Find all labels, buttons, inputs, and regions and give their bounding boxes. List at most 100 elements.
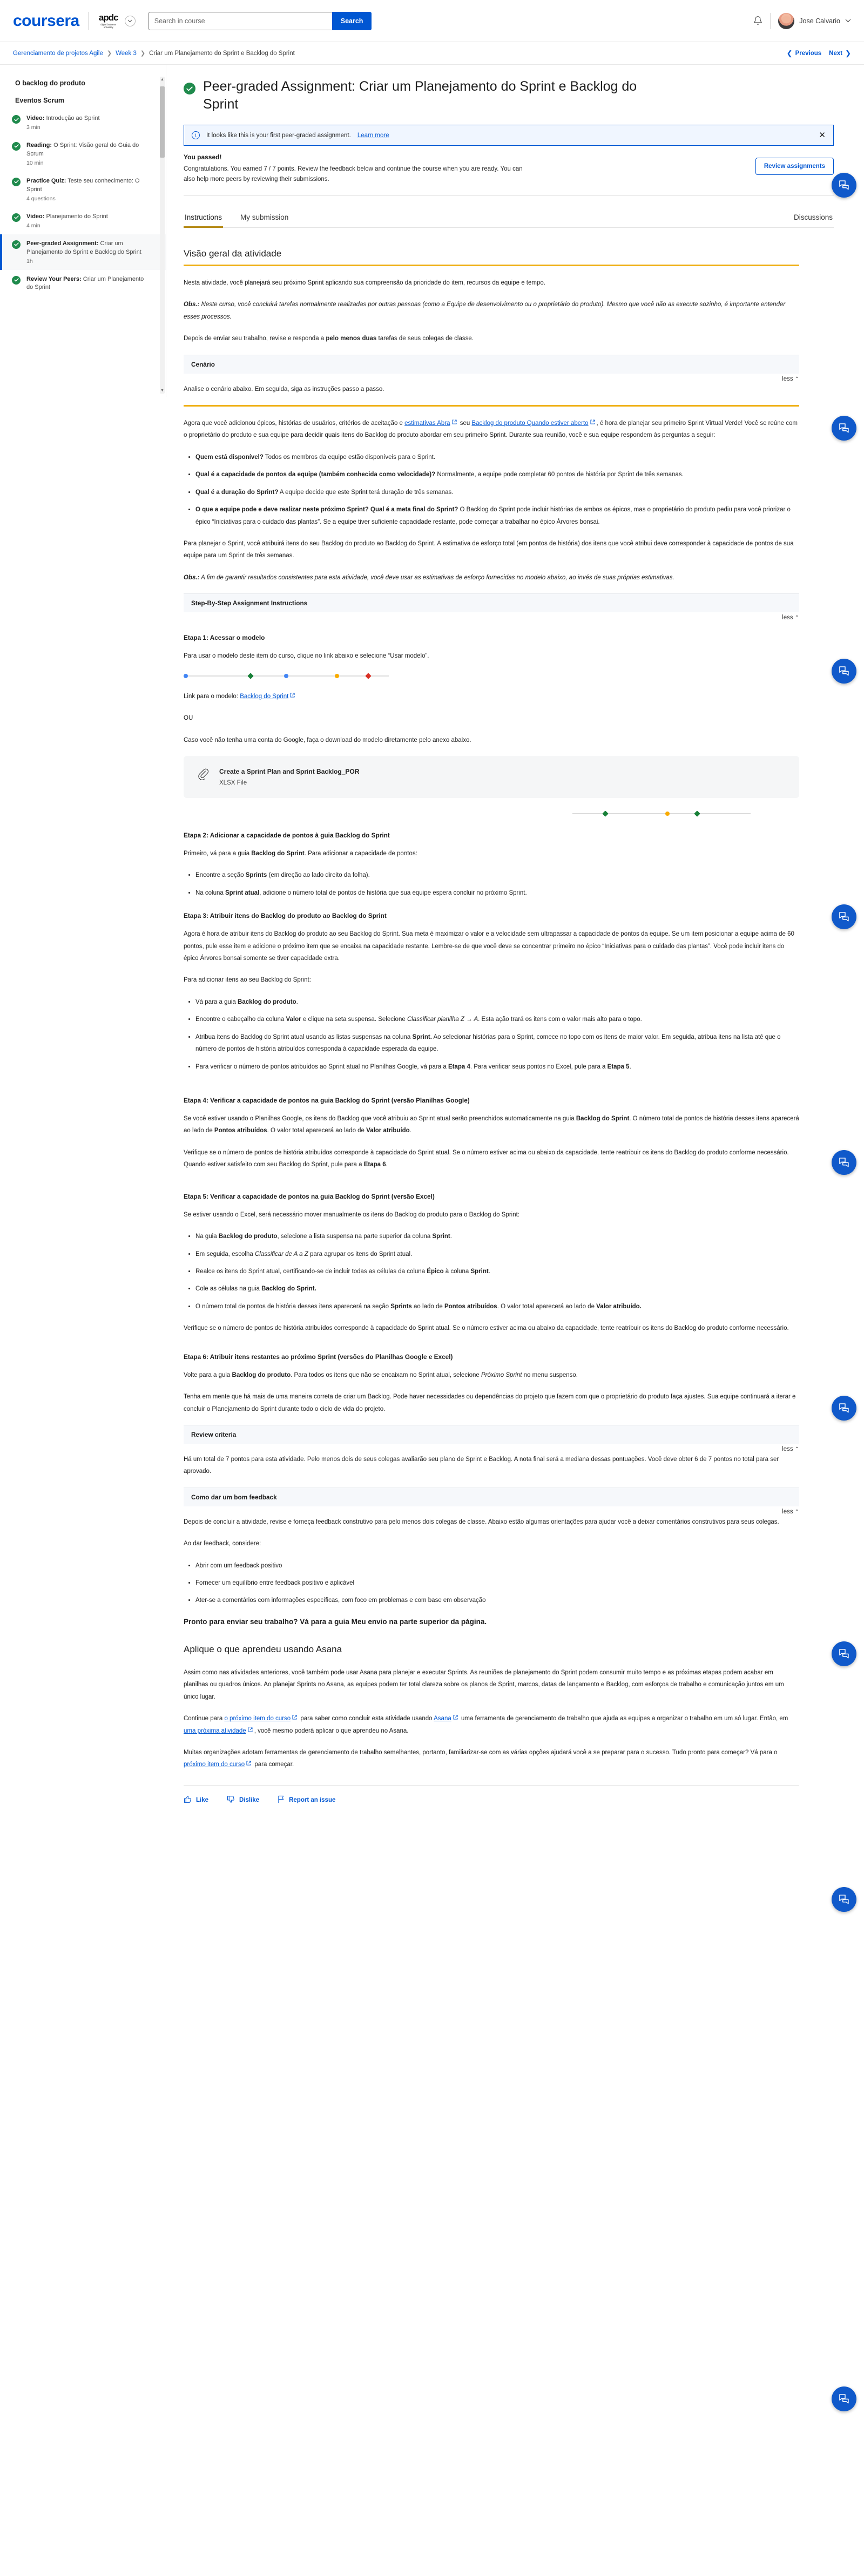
previous-button[interactable]: ❮ Previous <box>787 49 821 58</box>
estimativas-link[interactable]: estimativas Abra <box>404 420 450 427</box>
report-issue-button[interactable]: Report an issue <box>278 1795 335 1805</box>
sidebar-scrollbar[interactable]: ▲ ▼ <box>160 77 165 394</box>
sidebar-item-kind: Peer-graded Assignment: <box>26 240 99 247</box>
search-input[interactable] <box>148 11 332 30</box>
asana-link[interactable]: Asana <box>434 1715 451 1722</box>
feedback-paragraph-2: Ao dar feedback, considere: <box>184 1540 261 1547</box>
chat-fab-9[interactable] <box>832 2386 856 2411</box>
asana-paragraph-3: Muitas organizações adotam ferramentas d… <box>184 1747 799 1771</box>
step-5-paragraph-2: Verifique se o número de pontos de histó… <box>184 1325 789 1332</box>
chat-fab-1[interactable] <box>832 173 856 198</box>
next-button[interactable]: Next ❯ <box>829 49 851 58</box>
passed-status-panel: You passed! Congratulations. You earned … <box>184 146 834 196</box>
chat-fab-7[interactable] <box>832 1641 856 1666</box>
ready-to-submit-note: Pronto para enviar seu trabalho? Vá para… <box>184 1617 487 1626</box>
external-link-icon <box>590 420 595 425</box>
search-button[interactable]: Search <box>332 11 372 30</box>
step-4-heading: Etapa 4: Verificar a capacidade de ponto… <box>184 1097 470 1105</box>
scrollbar-thumb[interactable] <box>160 86 165 158</box>
b-a: Na coluna <box>195 889 225 896</box>
next-course-item-link[interactable]: o próximo item do curso <box>224 1715 291 1722</box>
chat-fab-4[interactable] <box>832 904 856 929</box>
sidebar-item-meta: 4 min <box>26 222 40 229</box>
sidebar-item-practice-quiz-sprint[interactable]: Practice Quiz: Teste seu conhecimento: O… <box>0 172 166 207</box>
coursera-logo[interactable]: coursera <box>13 12 79 30</box>
check-circle-icon <box>12 177 21 186</box>
asana-paragraph-2: Continue para o próximo item do curso pa… <box>184 1713 799 1737</box>
ap2-c: uma ferramenta de gerenciamento de traba… <box>459 1715 788 1722</box>
scenario-collapse-toggle[interactable]: less ⌃ <box>184 376 799 382</box>
dislike-button[interactable]: Dislike <box>227 1795 259 1805</box>
footer-divider <box>184 1784 799 1786</box>
scenario-section-header[interactable]: Cenário <box>184 354 799 374</box>
partner-logo-mark: apdc <box>98 12 119 23</box>
chat-fab-6[interactable] <box>832 1396 856 1421</box>
note-label: Obs.: <box>184 574 200 581</box>
template-label: Link para o modelo: <box>184 693 240 700</box>
attachment-type: XLSX File <box>219 779 247 786</box>
step-2-heading: Etapa 2: Adicionar a capacidade de ponto… <box>184 831 390 839</box>
chat-fab-2[interactable] <box>832 416 856 441</box>
steps-collapse-toggle[interactable]: less ⌃ <box>184 614 799 621</box>
b-c: , adicione o número total de pontos de h… <box>259 889 527 896</box>
chat-fab-5[interactable] <box>832 1150 856 1175</box>
sidebar-item-video-sprint-planning[interactable]: Video: Planejamento do Sprint 4 min <box>0 207 166 234</box>
decorative-rule-2 <box>184 810 799 817</box>
close-icon[interactable]: ✕ <box>819 131 826 139</box>
scroll-up-icon[interactable]: ▲ <box>160 78 165 82</box>
backlog-sprint-template-link[interactable]: Backlog do Sprint <box>240 693 288 700</box>
banner-text: It looks like this is your first peer-gr… <box>206 132 351 139</box>
chat-fab-3[interactable] <box>832 659 856 684</box>
learn-more-link[interactable]: Learn more <box>357 132 389 139</box>
review-assignments-button[interactable]: Review assignments <box>755 158 834 175</box>
check-circle-icon <box>12 213 21 222</box>
user-profile-menu[interactable]: Jose Calvario <box>771 12 851 29</box>
breadcrumb: Gerenciamento de projetos Agile ❯ Week 3… <box>0 42 864 65</box>
attachment-card[interactable]: Create a Sprint Plan and Sprint Backlog_… <box>184 755 799 798</box>
step-3-paragraph-1: Agora é hora de atribuir itens do Backlo… <box>184 928 799 964</box>
sidebar-item-label: Introdução ao Sprint <box>44 115 100 121</box>
feedback-section-header[interactable]: Como dar um bom feedback <box>184 1487 799 1506</box>
list-item: Atribua itens do Backlog do Sprint atual… <box>195 1031 799 1056</box>
sidebar-item-review-your-peers[interactable]: Review Your Peers: Criar um Planejamento… <box>0 270 166 298</box>
question-label: Qual é a duração do Sprint? <box>195 489 279 496</box>
sidebar-item-reading-sprint-overview[interactable]: Reading: O Sprint: Visão geral do Guia d… <box>0 136 166 172</box>
next-activity-link[interactable]: uma próxima atividade <box>184 1728 246 1734</box>
notification-bell-icon[interactable] <box>746 16 770 26</box>
instructions-content: Visão geral da atividade Nesta atividade… <box>184 228 799 1827</box>
tab-discussions[interactable]: Discussions <box>793 213 834 228</box>
review-criteria-collapse-toggle[interactable]: less ⌃ <box>184 1446 799 1452</box>
steps-section-header[interactable]: Step-By-Step Assignment Instructions <box>184 593 799 613</box>
chat-fab-8[interactable] <box>832 1887 856 1912</box>
chevron-down-icon[interactable] <box>124 15 136 26</box>
step-6-heading: Etapa 6: Atribuir itens restantes ao pró… <box>184 1353 453 1361</box>
next-course-item-link-2[interactable]: próximo item do curso <box>184 1761 245 1768</box>
ap2-a: Continue para <box>184 1715 225 1722</box>
chevron-up-icon: ⌃ <box>794 1509 799 1515</box>
check-circle-icon <box>12 240 21 249</box>
course-search: Search <box>148 11 372 30</box>
backlog-produto-link[interactable]: Backlog do produto Quando estiver aberto <box>471 420 588 427</box>
chevron-down-icon <box>845 19 851 23</box>
top-navigation-bar: coursera apdc digital business universit… <box>0 0 864 42</box>
list-item: Vá para a guia Backlog do produto. <box>195 996 799 1008</box>
asana-paragraph-1: Assim como nas atividades anteriores, vo… <box>184 1669 784 1700</box>
sidebar-item-peer-graded-assignment[interactable]: Peer-graded Assignment: Criar um Planeja… <box>0 234 166 270</box>
breadcrumb-week[interactable]: Week 3 <box>116 50 137 57</box>
breadcrumb-course[interactable]: Gerenciamento de projetos Agile <box>13 50 103 57</box>
scroll-down-icon[interactable]: ▼ <box>160 389 165 393</box>
tab-my-submission[interactable]: My submission <box>239 213 289 228</box>
feedback-collapse-toggle[interactable]: less ⌃ <box>184 1509 799 1515</box>
question-label: Quem está disponível? <box>195 454 264 461</box>
review-criteria-header[interactable]: Review criteria <box>184 1424 799 1444</box>
dislike-label: Dislike <box>239 1796 260 1803</box>
step-3-heading: Etapa 3: Atribuir itens do Backlog do pr… <box>184 912 387 920</box>
tab-instructions[interactable]: Instructions <box>184 213 224 228</box>
breadcrumb-separator: ❯ <box>106 50 112 57</box>
sidebar-item-video-intro-sprint[interactable]: Video: Introdução ao Sprint 3 min <box>0 109 166 136</box>
course-sidebar: O backlog do produto Eventos Scrum Video… <box>0 65 166 397</box>
like-button[interactable]: Like <box>184 1795 208 1805</box>
list-item: Ater-se a comentários com informações es… <box>195 1594 799 1606</box>
content-tabs: Instructions My submission Discussions <box>184 213 834 228</box>
step-1-paragraph: Para usar o modelo deste item do curso, … <box>184 653 429 660</box>
